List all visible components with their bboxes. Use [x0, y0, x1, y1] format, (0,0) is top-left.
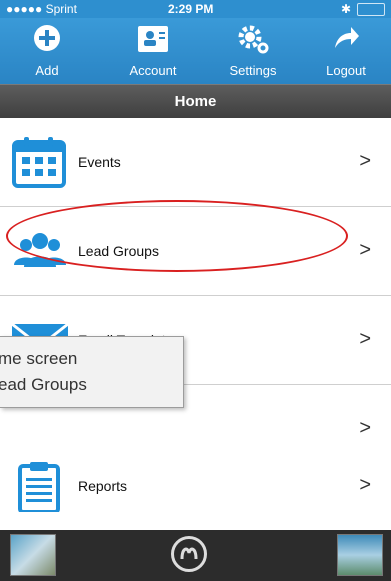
annotation-callout: me screen ead Groups [0, 336, 184, 408]
page-title: Home [0, 84, 391, 119]
account-card-icon [136, 24, 170, 57]
app-logo-icon [171, 536, 207, 572]
menu-item-label: Events [78, 154, 121, 170]
bluetooth-icon: ✱ [340, 2, 351, 16]
logout-label: Logout [326, 63, 366, 78]
settings-button[interactable]: Settings [214, 18, 292, 84]
clock-text: 2:29 PM [168, 2, 214, 16]
annotation-highlight-ellipse [6, 200, 348, 272]
status-bar: ●●●●● Sprint 2:29 PM ✱ [0, 0, 391, 18]
photo-thumbnail-left[interactable] [10, 534, 56, 576]
callout-line-2: ead Groups [0, 375, 87, 394]
add-button[interactable]: Add [8, 18, 86, 84]
chevron-right-icon: > [359, 150, 371, 172]
menu-item-reports[interactable]: Reports > [0, 442, 391, 531]
account-label: Account [129, 63, 177, 78]
carrier-text: ●●●●● Sprint [6, 2, 77, 16]
logout-button[interactable]: Logout [307, 18, 385, 84]
chevron-right-icon: > [359, 239, 371, 261]
top-toolbar: Add Account Settings Logout [0, 18, 391, 84]
gear-icon [236, 24, 270, 57]
chevron-right-icon: > [359, 474, 371, 496]
battery-icon [357, 3, 385, 16]
callout-line-1: me screen [0, 349, 78, 368]
menu-item-label: Reports [78, 478, 128, 494]
menu-item-events[interactable]: Events > [0, 118, 391, 207]
photo-thumbnail-right[interactable] [337, 534, 383, 576]
account-button[interactable]: Account [114, 18, 192, 84]
bottom-bar [0, 530, 391, 581]
chevron-right-icon: > [359, 417, 371, 439]
clipboard-icon [10, 460, 70, 514]
calendar-icon [10, 136, 70, 188]
plus-icon [33, 24, 61, 55]
add-label: Add [35, 63, 59, 78]
chevron-right-icon: > [359, 328, 371, 350]
share-arrow-icon [331, 24, 361, 55]
settings-label: Settings [229, 63, 277, 78]
